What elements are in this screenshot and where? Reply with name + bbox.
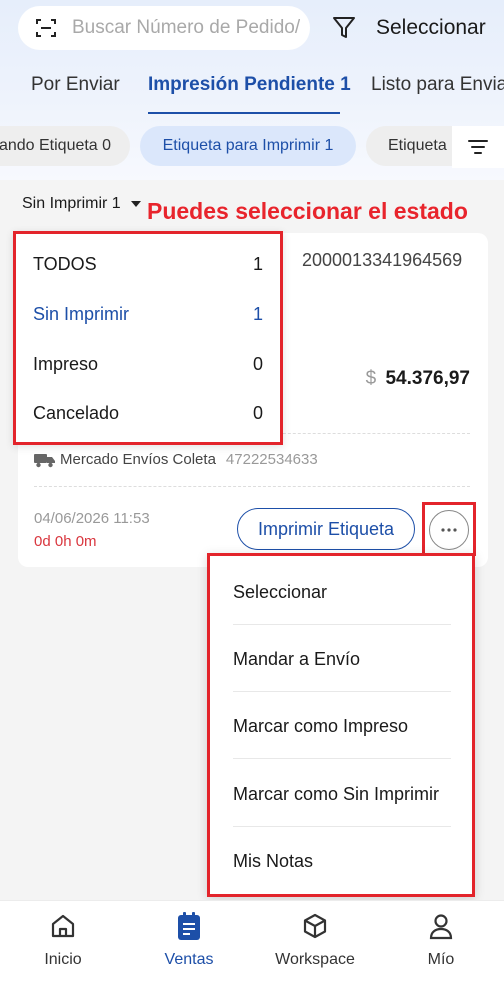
nav-mio[interactable]: Mío (378, 911, 504, 969)
tracking-number: 47222534633 (225, 451, 318, 468)
annotation-text: Puedes seleccionar el estado (147, 198, 468, 224)
filter-select-label: Seleccionar (376, 16, 486, 39)
nav-workspace[interactable]: Workspace (252, 911, 378, 969)
filter-select-button[interactable]: Seleccionar (332, 10, 486, 46)
menu-divider (233, 624, 451, 625)
chip-etiqueta-para-imprimir[interactable]: Etiqueta para Imprimir 1 (140, 126, 356, 166)
elapsed-time: 0d 0h 0m (34, 533, 97, 550)
cube-icon (300, 911, 330, 941)
action-marcar-impreso[interactable]: Marcar como Impreso (233, 716, 408, 737)
order-status-tabs: Por Enviar Impresión Pendiente 1 Listo p… (0, 62, 504, 114)
nav-label: Workspace (275, 951, 355, 968)
status-option-label: TODOS (33, 254, 97, 274)
order-amount: $ 54.376,97 (366, 368, 470, 390)
user-icon (426, 911, 456, 941)
bottom-navigation: Inicio Ventas Workspace Mío (0, 900, 504, 983)
menu-divider (233, 826, 451, 827)
nav-label: Inicio (44, 951, 82, 968)
order-number: 2000013341964569 (302, 250, 463, 270)
action-marcar-sin-imprimir[interactable]: Marcar como Sin Imprimir (233, 784, 439, 805)
nav-label: Ventas (164, 951, 214, 968)
scan-icon[interactable] (34, 16, 58, 40)
status-option-label: Impreso (33, 354, 99, 374)
status-option-count: 1 (252, 304, 263, 324)
search-input[interactable]: Buscar Número de Pedido/ (18, 6, 310, 50)
tab-listo-para-enviar[interactable]: Listo para Envia (371, 74, 504, 96)
sub-filter-chips: ando Etiqueta 0 Etiqueta para Imprimir 1… (0, 126, 504, 168)
nav-ventas[interactable]: Ventas (126, 911, 252, 969)
status-option-label: Sin Imprimir (33, 304, 130, 324)
home-icon (48, 911, 78, 941)
order-date: 04/06/2026 11:53 (34, 510, 150, 527)
active-tab-indicator (148, 112, 340, 114)
filter-icon (332, 15, 356, 41)
nav-label: Mío (427, 951, 455, 968)
status-options-popup: TODOS 1 Sin Imprimir 1 Impreso 0 Cancela… (13, 231, 283, 445)
menu-divider (233, 758, 451, 759)
truck-icon (34, 452, 56, 468)
status-option-count: 1 (252, 254, 263, 274)
status-option-impreso[interactable]: Impreso 0 (33, 354, 263, 375)
status-dropdown-label: Sin Imprimir 1 (22, 195, 121, 212)
currency-symbol: $ (365, 368, 377, 389)
amount-value: 54.376,97 (385, 368, 470, 389)
status-option-sin-imprimir[interactable]: Sin Imprimir 1 (33, 304, 263, 325)
caret-down-icon (130, 201, 141, 207)
tab-impresion-pendiente[interactable]: Impresión Pendiente 1 (148, 74, 351, 96)
tab-por-enviar[interactable]: Por Enviar (31, 74, 120, 96)
divider (34, 486, 470, 487)
action-seleccionar[interactable]: Seleccionar (233, 582, 327, 603)
status-dropdown[interactable]: Sin Imprimir 1 (22, 195, 141, 213)
status-option-count: 0 (252, 403, 263, 423)
status-option-todos[interactable]: TODOS 1 (33, 254, 263, 275)
shipping-info: Mercado Envíos Coleta 47222534633 (34, 451, 318, 468)
sort-icon[interactable] (452, 126, 504, 168)
carrier-name: Mercado Envíos Coleta (60, 451, 216, 468)
order-actions-menu: Seleccionar Mandar a Envío Marcar como I… (207, 553, 475, 897)
action-mandar-a-envio[interactable]: Mandar a Envío (233, 649, 360, 670)
status-option-count: 0 (252, 354, 263, 374)
nav-inicio[interactable]: Inicio (0, 911, 126, 969)
menu-divider (233, 691, 451, 692)
sales-icon (174, 911, 204, 941)
status-option-label: Cancelado (33, 403, 120, 423)
status-option-cancelado[interactable]: Cancelado 0 (33, 403, 263, 424)
chip-generando-etiqueta[interactable]: ando Etiqueta 0 (0, 126, 130, 166)
print-label-button[interactable]: Imprimir Etiqueta (237, 508, 415, 550)
highlight-box (422, 502, 476, 556)
search-placeholder: Buscar Número de Pedido/ (72, 17, 301, 38)
action-mis-notas[interactable]: Mis Notas (233, 851, 313, 872)
